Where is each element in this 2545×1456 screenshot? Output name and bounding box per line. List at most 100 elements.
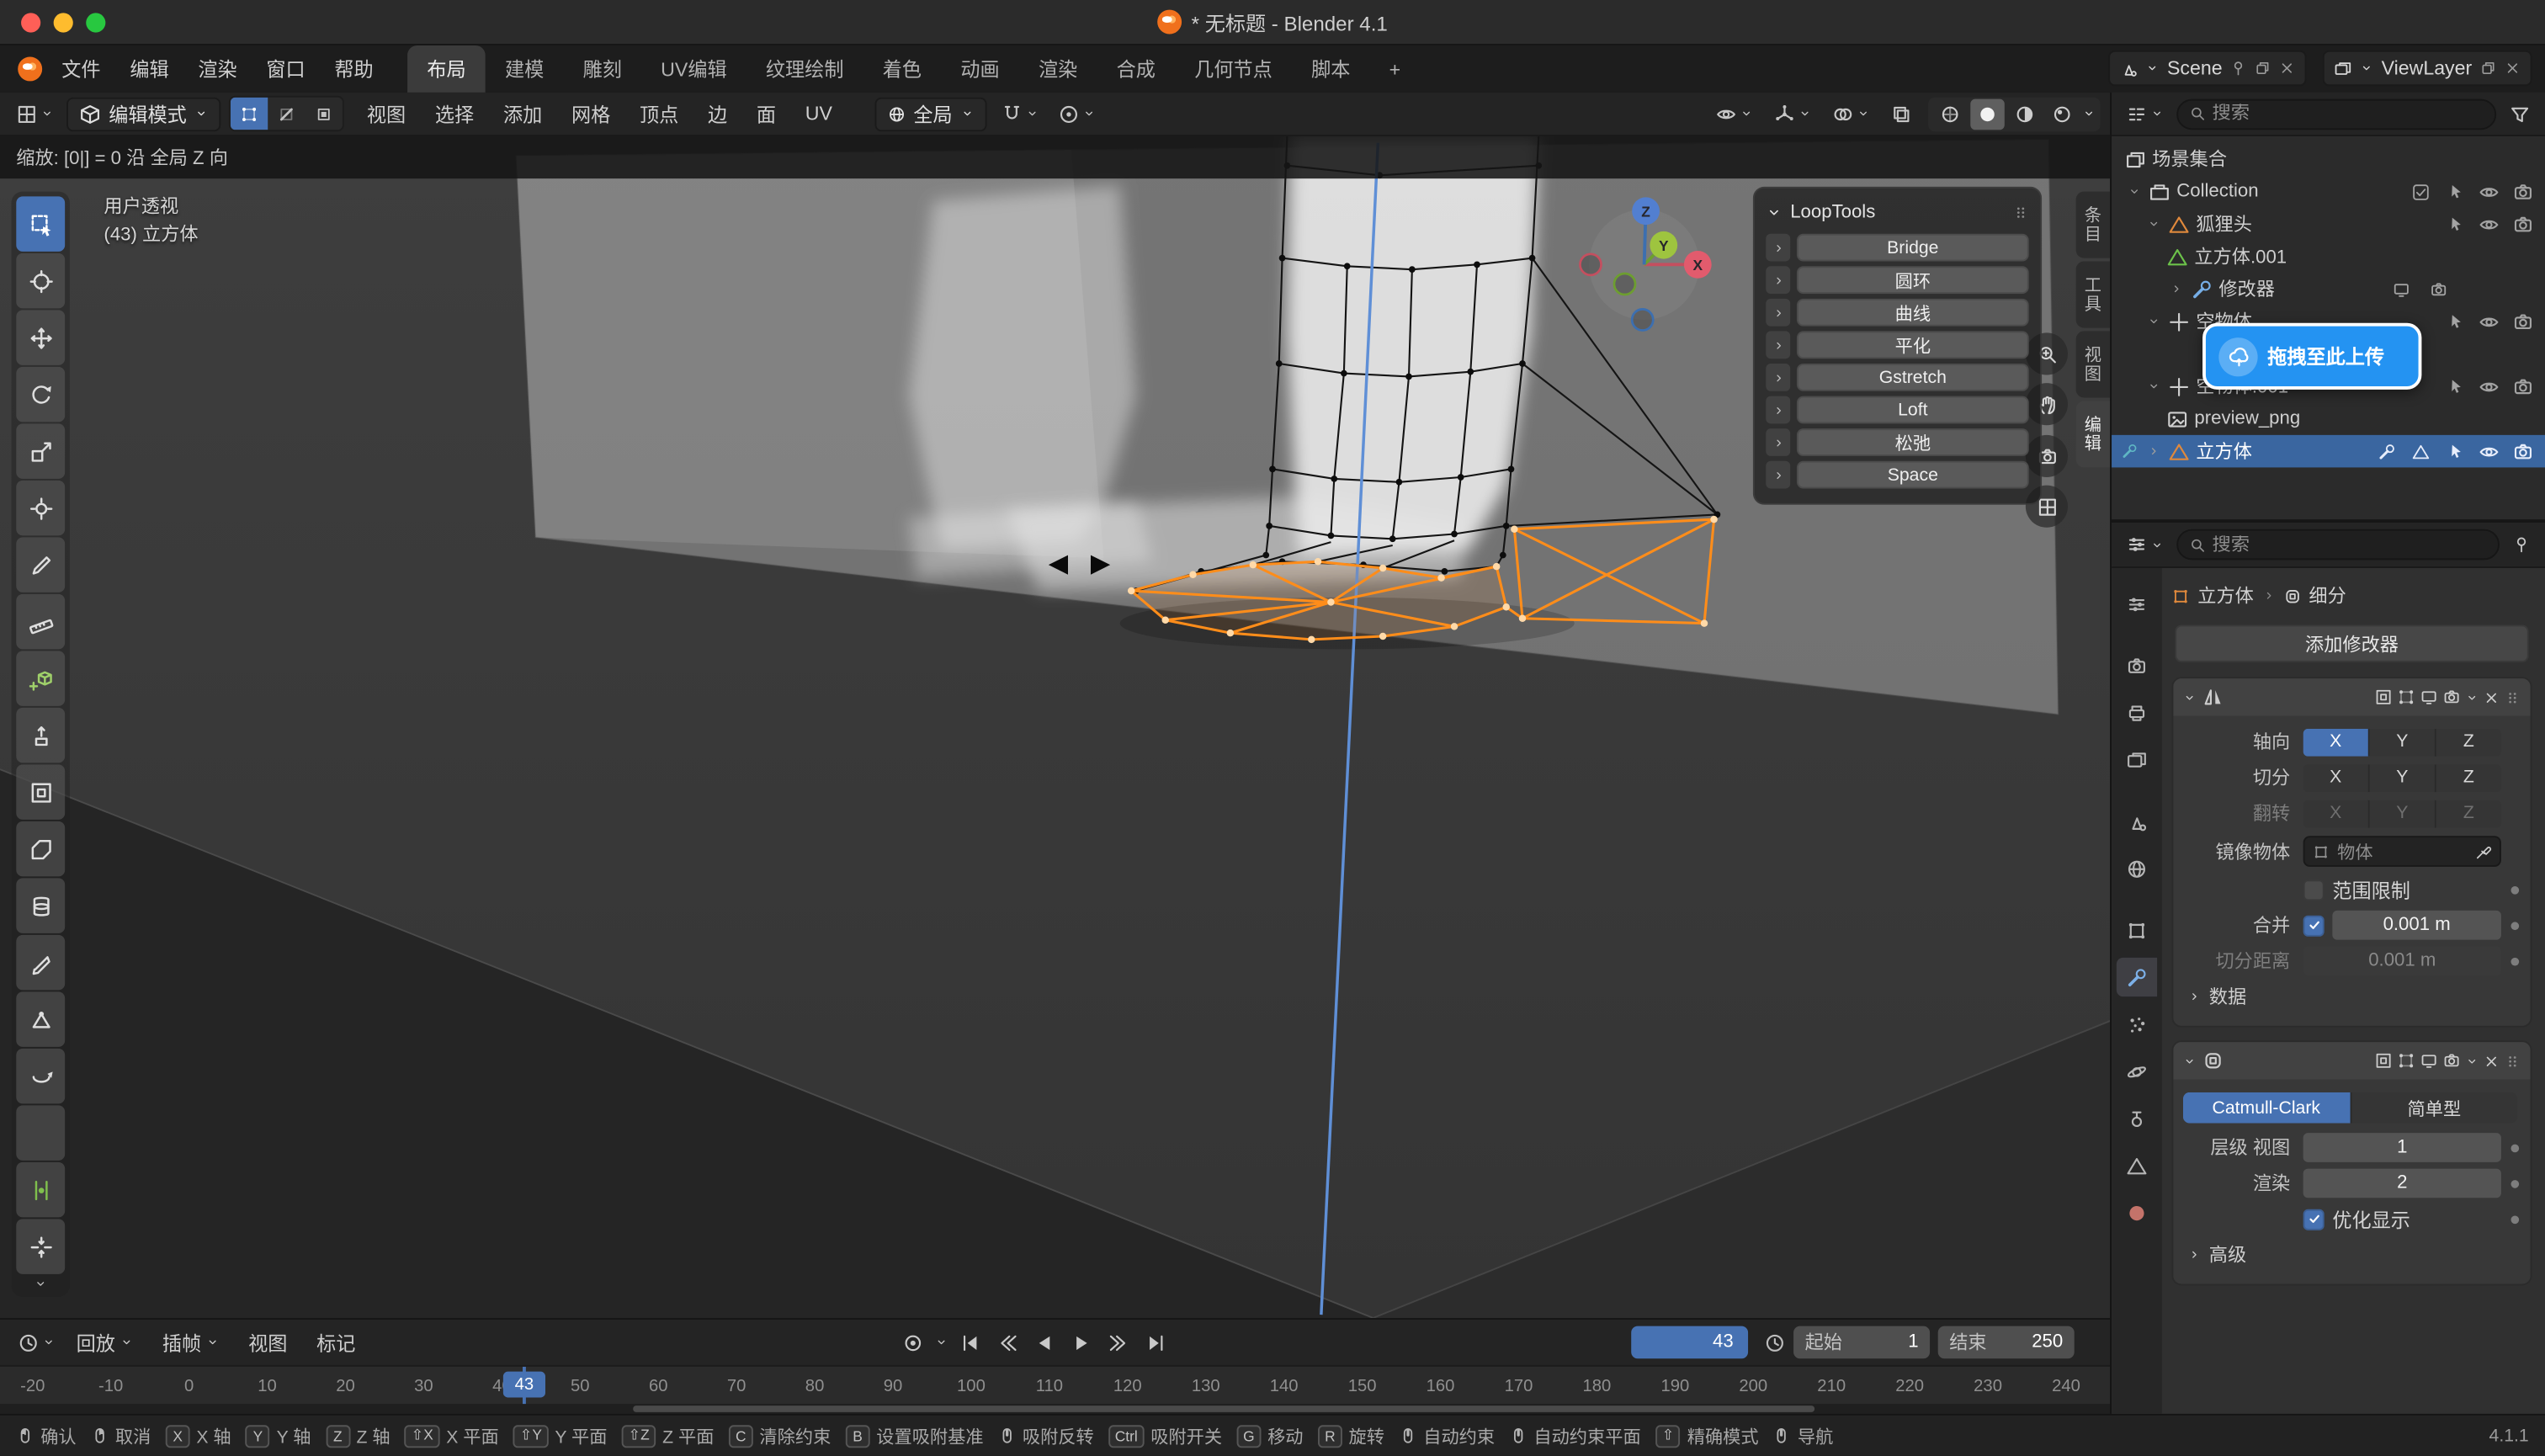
outliner-search[interactable] xyxy=(2176,98,2496,130)
bisect-z-button[interactable]: Z xyxy=(2436,763,2501,791)
selectable-icon[interactable] xyxy=(2441,183,2469,199)
shading-wireframe-button[interactable] xyxy=(1933,98,1968,130)
tool-measure[interactable] xyxy=(16,594,65,650)
timeline-playhead[interactable]: 43 xyxy=(503,1367,545,1404)
realtime-toggle-icon[interactable] xyxy=(2420,688,2437,706)
properties-editor-type-button[interactable] xyxy=(2122,531,2169,559)
animate-dot[interactable] xyxy=(2510,1144,2519,1152)
chevron-down-icon[interactable] xyxy=(2183,1055,2196,1067)
looptools-button[interactable]: Space xyxy=(1797,461,2029,489)
chevron-down-icon[interactable] xyxy=(2144,217,2162,230)
viewport-menu-item[interactable]: UV xyxy=(790,100,847,128)
add-modifier-button[interactable]: 添加修改器 xyxy=(2175,624,2528,662)
tab-constraints[interactable] xyxy=(2117,1099,2157,1138)
realtime-toggle-icon[interactable] xyxy=(2420,1052,2437,1070)
viewport-menu-item[interactable]: 顶点 xyxy=(625,100,693,128)
sidebar-tab[interactable]: 条目 xyxy=(2076,192,2111,258)
workspace-tab[interactable]: UV编辑 xyxy=(641,45,746,93)
timeline-scrollbar[interactable] xyxy=(0,1404,2110,1414)
overlays-dropdown[interactable] xyxy=(1828,100,1875,128)
viewport-menu-item[interactable]: 添加 xyxy=(489,100,557,128)
tool-transform[interactable] xyxy=(16,481,65,536)
previous-keyframe-button[interactable] xyxy=(991,1327,1023,1358)
tool-knife[interactable] xyxy=(16,935,65,991)
merge-threshold-field[interactable]: 0.001 m xyxy=(2332,911,2501,940)
workspace-tab[interactable]: 合成 xyxy=(1097,45,1175,93)
expand-operator-icon[interactable] xyxy=(1766,266,1790,294)
pin-id-button[interactable] xyxy=(2508,533,2536,557)
optimal-display-checkbox[interactable] xyxy=(2303,1209,2325,1230)
expand-operator-icon[interactable] xyxy=(1766,364,1790,391)
workspace-tab[interactable]: 着色 xyxy=(863,45,942,93)
modifier-render-icon[interactable] xyxy=(2425,280,2452,298)
viewport-menu-item[interactable]: 面 xyxy=(742,100,791,128)
frame-end-field[interactable]: 结束 250 xyxy=(1938,1326,2075,1359)
catmull-clark-button[interactable]: Catmull-Clark xyxy=(2183,1092,2351,1124)
tool-add-cube[interactable] xyxy=(16,651,65,706)
expand-operator-icon[interactable] xyxy=(1766,234,1790,262)
menu-item[interactable]: 渲染 xyxy=(183,45,252,93)
render-camera-icon[interactable] xyxy=(2510,441,2537,462)
tool-scale[interactable] xyxy=(16,423,65,479)
tool-spin[interactable] xyxy=(16,1049,65,1104)
expand-operator-icon[interactable] xyxy=(1766,428,1790,456)
vertex-select-button[interactable] xyxy=(231,98,268,130)
looptools-button[interactable]: 圆环 xyxy=(1797,266,2029,294)
chevron-down-icon[interactable] xyxy=(935,1336,948,1348)
close-icon[interactable] xyxy=(2505,60,2521,76)
sidebar-tab[interactable]: 工具 xyxy=(2076,261,2111,327)
grip-icon[interactable] xyxy=(2505,689,2521,705)
chevron-right-icon[interactable] xyxy=(2144,444,2162,457)
breadcrumb-object[interactable]: 立方体 xyxy=(2197,582,2254,608)
bisect-y-button[interactable]: Y xyxy=(2370,763,2436,791)
face-select-button[interactable] xyxy=(306,98,343,130)
workspace-tab[interactable]: 雕刻 xyxy=(563,45,641,93)
axis-y-button[interactable]: Y xyxy=(2370,728,2436,756)
on-cage-toggle-icon[interactable] xyxy=(2374,1052,2392,1070)
outliner-filter-button[interactable] xyxy=(2505,100,2536,128)
tool-cursor[interactable] xyxy=(16,253,65,309)
looptools-button[interactable]: Gstretch xyxy=(1797,364,2029,391)
breadcrumb-modifier[interactable]: 细分 xyxy=(2309,582,2346,608)
flip-x-button[interactable]: X xyxy=(2303,800,2370,827)
viewlayer-selector[interactable]: ViewLayer xyxy=(2323,50,2532,86)
viewport-menu-item[interactable]: 网格 xyxy=(557,100,625,128)
playback-menu[interactable]: 回放 xyxy=(63,1329,146,1357)
flip-y-button[interactable]: Y xyxy=(2370,800,2436,827)
tab-output[interactable] xyxy=(2117,693,2157,731)
tab-modifiers[interactable] xyxy=(2117,958,2157,996)
animate-dot[interactable] xyxy=(2510,1179,2519,1188)
animate-dot[interactable] xyxy=(2510,1215,2519,1224)
menu-item[interactable]: 编辑 xyxy=(115,45,183,93)
workspace-tab[interactable]: 几何节点 xyxy=(1175,45,1292,93)
axis-x-button[interactable]: X xyxy=(2303,728,2370,756)
selectable-icon[interactable] xyxy=(2441,313,2469,329)
outliner-row-mesh-data[interactable]: 立方体.001 xyxy=(2112,240,2545,273)
tool-shrink-fatten[interactable] xyxy=(16,1219,65,1274)
workspace-tab[interactable]: 纹理绘制 xyxy=(746,45,863,93)
jump-to-end-button[interactable] xyxy=(1141,1327,1172,1358)
outliner-row-modifiers[interactable]: 修改器 xyxy=(2112,273,2545,306)
tool-shelf-more-icon[interactable] xyxy=(16,1276,65,1292)
grip-icon[interactable] xyxy=(2012,205,2028,221)
visibility-dropdown[interactable] xyxy=(1711,100,1758,128)
bisect-distance-field[interactable]: 0.001 m xyxy=(2303,946,2501,975)
shading-solid-button[interactable] xyxy=(1970,98,2005,130)
current-frame-field[interactable]: 43 xyxy=(1631,1326,1748,1359)
edit-mode-toggle-icon[interactable] xyxy=(2397,688,2415,706)
outliner-row-fox-head[interactable]: 狐狸头 xyxy=(2112,208,2545,241)
simple-button[interactable]: 简单型 xyxy=(2351,1092,2518,1124)
duplicate-scene-icon[interactable] xyxy=(2255,60,2271,76)
shading-rendered-button[interactable] xyxy=(2045,98,2080,130)
sidebar-tab[interactable]: 视图 xyxy=(2076,331,2111,397)
looptools-button[interactable]: Bridge xyxy=(1797,234,2029,262)
tool-loop-cut[interactable] xyxy=(16,878,65,933)
outliner-search-input[interactable] xyxy=(2213,104,2484,123)
editor-type-button[interactable] xyxy=(11,100,58,128)
looptools-button[interactable]: Loft xyxy=(1797,396,2029,424)
selectable-icon[interactable] xyxy=(2441,215,2469,231)
viewport-menu-item[interactable]: 视图 xyxy=(353,100,421,128)
outliner-editor-type-button[interactable] xyxy=(2122,100,2169,128)
workspace-tab[interactable]: 建模 xyxy=(486,45,564,93)
expand-operator-icon[interactable] xyxy=(1766,461,1790,489)
